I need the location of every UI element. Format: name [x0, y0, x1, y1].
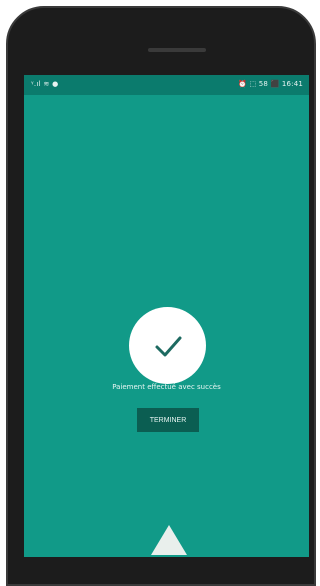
terminer-button[interactable]: TERMINER [137, 408, 199, 432]
phone-speaker [148, 48, 206, 52]
app-screen: ᵞ.ıl ≋ ● ⏰ ⬚ 58 ⬛ 16:41 Paiement effectu… [24, 75, 309, 557]
success-message: Paiement effectué avec succès [112, 383, 221, 391]
checkmark-icon [155, 336, 182, 357]
status-signal-indicators: ᵞ.ıl ≋ ● [31, 80, 59, 88]
success-badge [129, 307, 206, 384]
status-bar: ᵞ.ıl ≋ ● ⏰ ⬚ 58 ⬛ 16:41 [24, 75, 309, 95]
status-time-battery: ⏰ ⬚ 58 ⬛ 16:41 [238, 80, 303, 88]
triangle-icon [151, 525, 187, 555]
